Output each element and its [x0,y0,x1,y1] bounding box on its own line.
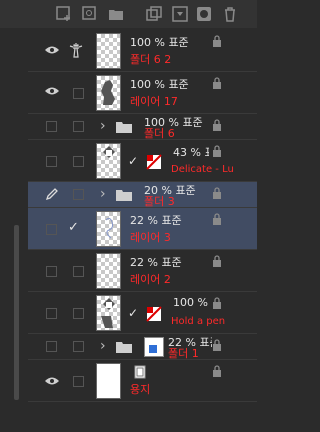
folder-thumbnail [144,337,164,357]
layer-row[interactable]: 용지 [28,360,257,402]
new-layer-icon[interactable] [56,6,72,22]
layer-checkbox[interactable] [73,189,84,200]
layer-thumbnail [96,75,121,111]
layer-name: 레이어 3 [130,231,171,244]
thumbnail-sketch [105,217,114,239]
new-vector-layer-icon[interactable] [82,6,98,22]
brush-effect-icon [101,298,115,328]
lock-icon[interactable] [212,213,222,225]
lock-icon[interactable] [212,339,222,351]
layer-checkbox[interactable] [73,308,84,319]
layer-checkbox[interactable] [73,266,84,277]
visibility-checkbox[interactable] [46,341,57,352]
layer-name: 레이어 2 [130,273,171,286]
folder-icon [116,122,132,133]
layer-row[interactable]: 100 % 표준 레이어 17 [28,72,257,114]
eye-icon[interactable] [44,45,60,55]
layer-row[interactable]: 22 % 표준 레이어 2 [28,250,257,292]
no-effect-icon [146,306,162,322]
lock-icon[interactable] [212,255,222,267]
layer-thumbnail [96,295,121,331]
layer-thumbnail [96,253,121,289]
eye-icon[interactable] [44,86,60,96]
layer-name: 폴더 3 [144,195,175,208]
layer-thumbnail [96,211,121,247]
layer-row[interactable]: › 20 % 표준 폴더 3 [28,182,257,208]
visibility-checkbox[interactable] [46,121,57,132]
layer-opacity-mode: 43 % 표 [173,146,209,159]
layer-opacity-mode: 100 % 표준 [130,78,189,91]
layer-checkbox[interactable] [73,121,84,132]
chevron-right-icon[interactable]: › [100,187,106,201]
chevron-right-icon[interactable]: › [100,339,106,353]
layer-opacity-mode: 100 % 표준 [130,36,189,49]
layer-name: Delicate - Lu [171,164,234,175]
folder-icon [116,190,132,201]
layer-panel: 100 % 표준 폴더 6 2 100 % 표준 레이어 17 › 100 % … [0,0,257,432]
layer-thumbnail [96,33,121,69]
lighthouse-icon [69,43,83,58]
visibility-checkbox[interactable] [46,266,57,277]
thumbnail-figure [101,80,115,105]
brush-effect-icon [103,146,115,158]
layer-thumbnail [96,143,121,179]
layer-name: Hold a pen [171,316,226,327]
layer-row[interactable]: › 100 % 표준 폴더 6 [28,114,257,140]
layer-row[interactable]: 100 % 표준 폴더 6 2 [28,30,257,72]
paper-icon [134,365,146,379]
lock-icon[interactable] [212,77,222,89]
lock-icon[interactable] [212,35,222,47]
visibility-checkbox[interactable] [46,308,57,319]
layer-row[interactable]: › 22 % 표준 폴더 1 [28,334,257,360]
chevron-right-icon[interactable]: › [100,119,106,133]
layer-opacity-mode: 100 % [173,296,208,309]
visibility-checkbox[interactable] [46,224,57,235]
layer-name: 레이어 17 [130,95,178,108]
layer-checkbox[interactable] [73,341,84,352]
layer-checkbox[interactable] [73,156,84,167]
new-folder-icon[interactable] [108,6,124,22]
effect-check-icon: ✓ [128,306,139,320]
blue-square-icon [149,345,157,353]
eye-icon[interactable] [44,376,60,386]
mask-icon[interactable] [196,6,212,22]
visibility-checkbox[interactable] [46,156,57,167]
layer-opacity-mode: 22 % 표준 [130,256,182,269]
lock-icon[interactable] [212,187,222,199]
lock-icon[interactable] [212,365,222,377]
effect-check-icon: ✓ [128,154,139,168]
layer-checkbox[interactable] [73,376,84,387]
copy-layer-icon[interactable] [146,6,162,22]
check-icon[interactable]: ✓ [68,221,79,235]
layer-name: 폴더 6 [144,127,175,140]
layer-row[interactable]: ✓ 100 % Hold a pen [28,292,257,334]
layer-toolbar [0,0,257,28]
paper-thumbnail [96,363,121,399]
pen-icon[interactable] [45,187,59,201]
layer-checkbox[interactable] [73,88,84,99]
lock-icon[interactable] [212,297,222,309]
lock-icon[interactable] [212,145,222,157]
layer-row[interactable]: ✓ 22 % 표준 레이어 3 [28,208,257,250]
layer-opacity-mode: 22 % 표준 [130,214,182,227]
layer-name: 폴더 6 2 [130,53,172,66]
layer-name: 폴더 1 [168,347,199,360]
scrollbar[interactable] [14,225,19,400]
no-effect-icon [146,154,162,170]
folder-icon [116,342,132,353]
merge-layer-icon[interactable] [172,6,188,22]
delete-icon[interactable] [222,6,238,22]
layer-name: 용지 [130,383,151,396]
layer-row[interactable]: ✓ 43 % 표 Delicate - Lu [28,140,257,182]
lock-icon[interactable] [212,119,222,131]
